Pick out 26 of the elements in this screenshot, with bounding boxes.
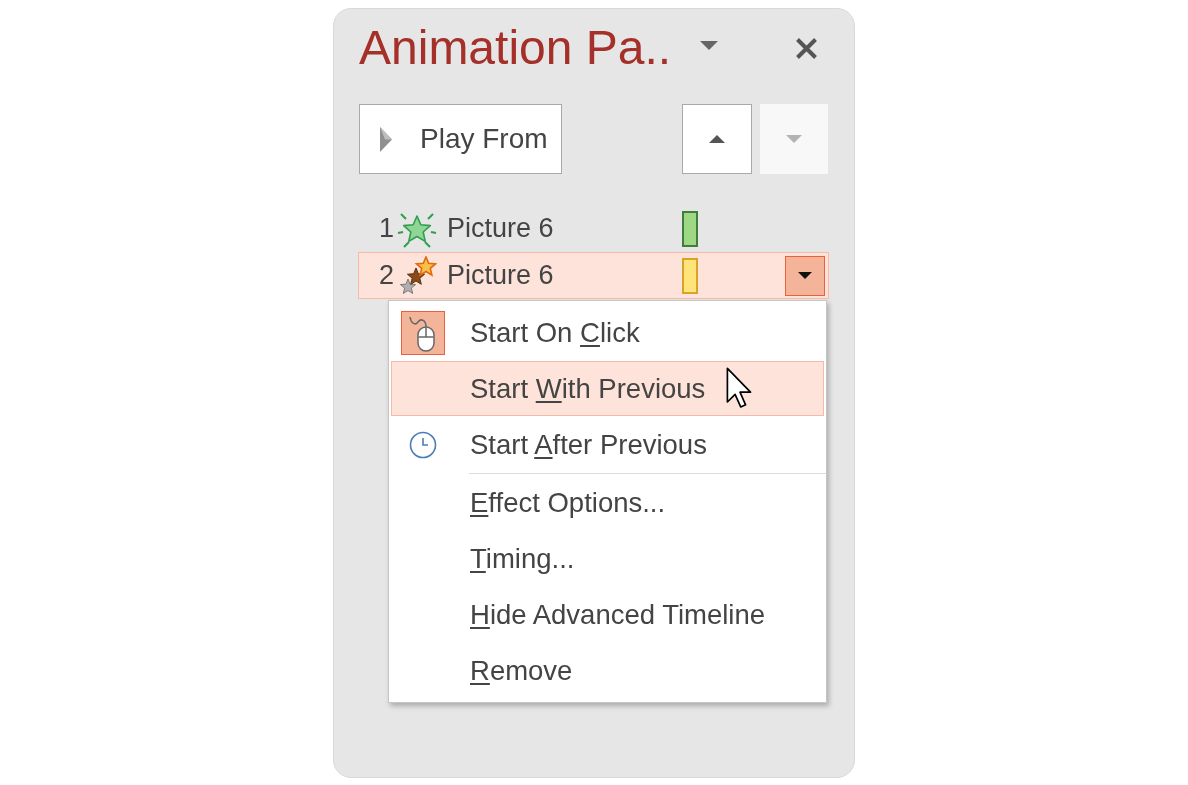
caret-up-icon <box>709 135 725 143</box>
play-from-button[interactable]: Play From <box>359 104 562 174</box>
mouse-pointer-icon <box>726 367 754 409</box>
menu-item[interactable]: Hide Advanced Timeline <box>391 587 824 642</box>
caret-down-icon <box>786 135 802 143</box>
menu-item[interactable]: Start After Previous <box>391 417 824 472</box>
item-number: 1 <box>379 213 395 244</box>
menu-item[interactable]: Start On Click <box>391 305 824 360</box>
menu-item[interactable]: Start With Previous <box>391 361 824 416</box>
animation-list-item[interactable]: 2 Picture 6 <box>358 252 829 299</box>
item-number: 2 <box>379 260 395 291</box>
pane-title: Animation Pa.. <box>359 20 672 76</box>
item-name: Picture 6 <box>447 260 554 291</box>
timeline-bar <box>682 257 698 294</box>
caret-down-icon <box>798 272 812 279</box>
stars-icon <box>397 255 438 296</box>
menu-item[interactable]: Remove <box>391 643 824 698</box>
play-icon <box>380 126 392 152</box>
menu-item[interactable]: Timing... <box>391 531 824 586</box>
close-icon[interactable] <box>795 36 818 60</box>
animation-list-item[interactable]: 1 Picture 6 <box>358 205 829 252</box>
caret-down-icon[interactable] <box>700 40 718 50</box>
menu-item[interactable]: Effect Options... <box>391 475 824 530</box>
item-name: Picture 6 <box>447 213 554 244</box>
dropdown-button[interactable] <box>785 255 825 296</box>
timeline-bar <box>682 210 698 247</box>
